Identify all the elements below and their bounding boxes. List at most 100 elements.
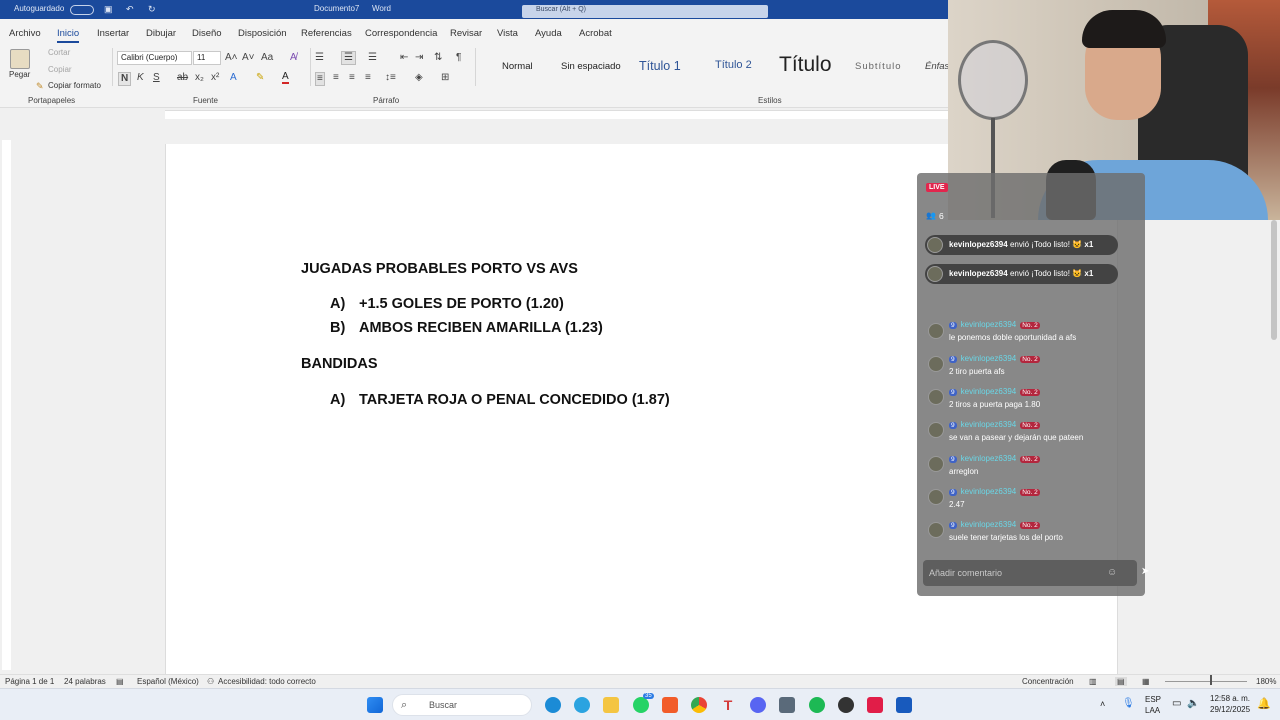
comment-list[interactable]: 9 kevinlopez6394 No. 2 le ponemos doble op… [917,319,1145,549]
cut-button[interactable]: Cortar [48,48,70,57]
accessibility-status[interactable]: Accesibilidad: todo correcto [218,677,316,686]
comment-user[interactable]: kevinlopez6394 [961,520,1017,529]
microphone-icon[interactable]: 🎙 [1122,698,1135,709]
whatsapp-icon[interactable] [633,697,649,713]
italic-icon[interactable]: K [137,72,144,84]
proofing-icon[interactable]: ▤ [116,677,124,686]
tab-dibujar[interactable]: Dibujar [146,28,176,39]
avatar[interactable] [928,489,944,505]
list-item[interactable]: TARJETA ROJA O PENAL CONCEDIDO (1.87) [359,392,670,408]
shrink-font-icon[interactable]: A˅ [242,52,255,64]
tab-archivo[interactable]: Archivo [9,28,41,39]
pilcrow-icon[interactable]: ¶ [456,52,461,64]
tab-inicio[interactable]: Inicio [57,28,80,43]
numbering-icon[interactable]: ☰ [341,51,356,65]
scrollbar-thumb[interactable] [1271,220,1277,340]
comment-input[interactable]: Añadir comentario ☺ ➤ [923,560,1149,586]
autosave-toggle[interactable] [70,5,94,15]
sort-icon[interactable]: ⇅ [434,52,442,64]
word-count[interactable]: 24 palabras [64,677,106,686]
clock-time[interactable]: 12:58 a. m. [1210,694,1250,703]
read-mode-icon[interactable]: ▥ [1089,677,1097,686]
vertical-scrollbar[interactable] [1268,220,1280,675]
brave-icon[interactable] [662,697,678,713]
avatar[interactable] [928,422,944,438]
discord-icon[interactable] [750,697,766,713]
avatar[interactable] [928,356,944,372]
network-icon[interactable]: ▭ [1172,698,1181,709]
clock-date[interactable]: 29/12/2025 [1210,705,1250,714]
send-icon[interactable]: ➤ [1141,566,1149,577]
web-layout-icon[interactable]: ▦ [1142,677,1150,686]
comment-user[interactable]: kevinlopez6394 [961,387,1017,396]
format-painter-button[interactable]: Copiar formato [48,81,101,90]
calculator-icon[interactable] [779,697,795,713]
comment-user[interactable]: kevinlopez6394 [961,487,1017,496]
word-icon[interactable] [896,697,912,713]
search-box[interactable]: Buscar (Alt + Q) [522,5,768,18]
bullets-icon[interactable]: ☰ [315,52,324,64]
language-status[interactable]: Español (México) [137,677,199,686]
style-subtitle[interactable]: Subtítulo [855,61,902,97]
save-icon[interactable]: ▣ [104,4,113,15]
borders-icon[interactable]: ⊞ [441,72,449,84]
print-layout-icon[interactable]: ▤ [1115,677,1127,686]
undo-icon[interactable]: ↶ [126,4,134,15]
tab-referencias[interactable]: Referencias [301,28,352,39]
font-size-select[interactable]: 11 [193,51,221,65]
emoji-icon[interactable]: ☺ [1107,567,1117,578]
font-color-icon[interactable]: A [282,72,289,84]
tiktok-icon[interactable] [867,697,883,713]
avatar[interactable] [928,456,944,472]
subscript-icon[interactable]: x₂ [195,72,204,84]
copy-button[interactable]: Copiar [48,65,72,74]
comment-user[interactable]: kevinlopez6394 [961,420,1017,429]
highlight-icon[interactable]: ✎ [256,72,264,84]
comment-user[interactable]: kevinlopez6394 [961,354,1017,363]
shading-icon[interactable]: ◈ [415,72,423,84]
keyboard-language[interactable]: ESP [1145,695,1161,704]
spotify-icon[interactable] [809,697,825,713]
tab-insertar[interactable]: Insertar [97,28,129,39]
comment-user[interactable]: kevinlopez6394 [961,454,1017,463]
doc-heading[interactable]: BANDIDAS [301,356,378,372]
taskbar-search[interactable]: ⌕ Buscar [392,694,532,716]
align-center-icon[interactable]: ≡ [333,72,339,84]
redo-icon[interactable]: ↻ [148,4,156,15]
zoom-slider[interactable] [1165,681,1247,682]
bold-icon[interactable]: N [118,72,132,86]
volume-icon[interactable]: 🔈 [1187,698,1199,709]
style-heading-2[interactable]: Título 2 [715,59,752,95]
chrome-icon[interactable] [691,697,707,713]
notifications-icon[interactable]: 🔔 [1257,697,1271,710]
text-effects-icon[interactable]: A [230,72,237,84]
windows-start-icon[interactable] [367,697,383,713]
tab-diseno[interactable]: Diseño [192,28,222,39]
line-spacing-icon[interactable]: ↕≡ [385,72,396,84]
clear-format-icon[interactable]: A̸ [290,52,297,64]
strikethrough-icon[interactable]: ab [177,72,188,84]
justify-icon[interactable]: ≡ [365,72,371,84]
telegram-icon[interactable] [574,697,590,713]
avatar[interactable] [928,522,944,538]
paste-icon[interactable] [10,49,30,69]
edge-icon[interactable] [545,697,561,713]
tab-vista[interactable]: Vista [497,28,518,39]
align-right-icon[interactable]: ≡ [349,72,355,84]
style-title[interactable]: Título [779,53,832,89]
page-count[interactable]: Página 1 de 1 [5,677,54,686]
style-no-spacing[interactable]: Sin espaciado [561,61,621,97]
tab-revisar[interactable]: Revisar [450,28,482,39]
doc-title[interactable]: JUGADAS PROBABLES PORTO VS AVS [301,261,578,277]
avatar[interactable] [928,389,944,405]
file-explorer-icon[interactable] [603,697,619,713]
align-left-icon[interactable]: ≡ [315,72,325,86]
tab-acrobat[interactable]: Acrobat [579,28,612,39]
underline-icon[interactable]: S [153,72,160,84]
multilevel-icon[interactable]: ☰ [368,52,377,64]
paste-button[interactable]: Pegar [9,70,30,79]
zoom-thumb[interactable] [1210,675,1212,685]
chevron-up-icon[interactable]: ˄ [1100,699,1105,709]
comment-user[interactable]: kevinlopez6394 [961,320,1017,329]
style-normal[interactable]: Normal [502,61,533,97]
